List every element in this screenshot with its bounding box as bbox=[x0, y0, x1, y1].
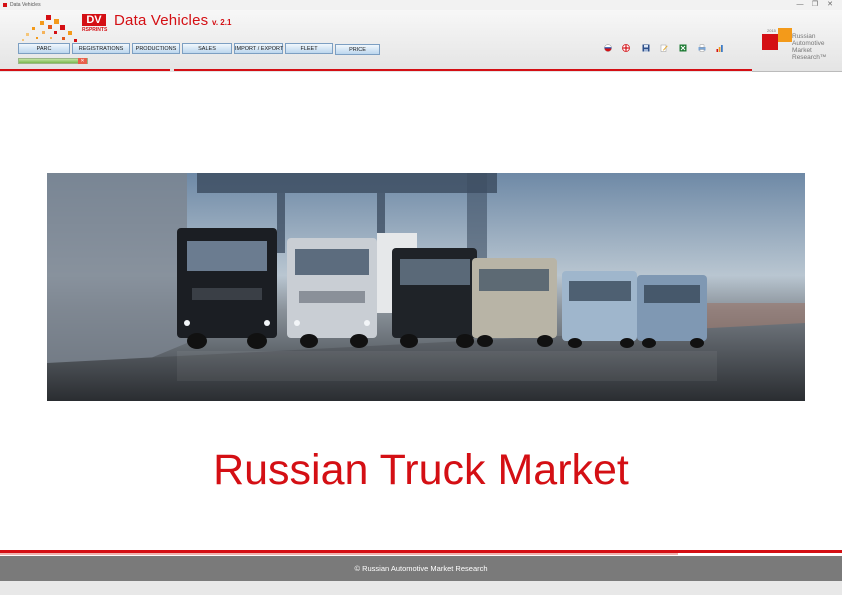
logo-text: Russian Automotive Market Research™ bbox=[792, 33, 826, 61]
app-name: Data Vehicles bbox=[114, 12, 209, 29]
header-divider bbox=[0, 69, 170, 71]
logo-line: Russian bbox=[792, 33, 816, 40]
progress-bar: ✕ bbox=[18, 58, 88, 64]
edit-icon[interactable] bbox=[660, 44, 668, 52]
save-icon[interactable] bbox=[642, 44, 650, 52]
footer-bottom-strip bbox=[0, 581, 842, 595]
tab-price[interactable]: PRICE bbox=[335, 44, 380, 55]
logo-line: Automotive bbox=[792, 40, 825, 47]
window-title: Data Vehicles bbox=[10, 2, 41, 8]
header-divider bbox=[752, 71, 842, 72]
excel-icon[interactable] bbox=[679, 44, 687, 52]
russian-flag-icon[interactable] bbox=[604, 44, 612, 52]
dv-badge-bottom: RSPRINTS bbox=[82, 27, 108, 33]
dv-badge-top: DV bbox=[82, 14, 106, 26]
logo-year: 2015 bbox=[767, 28, 776, 33]
app-icon bbox=[3, 3, 7, 7]
tab-import-export[interactable]: IMPORT / EXPORT bbox=[234, 43, 283, 54]
logo-orange-square bbox=[778, 28, 792, 42]
trucks-hero-image bbox=[47, 173, 805, 401]
close-icon[interactable]: ✕ bbox=[823, 0, 837, 9]
minimize-icon[interactable]: — bbox=[793, 0, 807, 9]
restore-icon[interactable]: ❐ bbox=[808, 0, 822, 9]
progress-close-icon[interactable]: ✕ bbox=[78, 58, 87, 64]
progress-fill bbox=[19, 59, 87, 63]
copyright-text: © Russian Automotive Market Research bbox=[354, 564, 488, 573]
footer-divider bbox=[0, 553, 678, 555]
english-flag-icon[interactable] bbox=[622, 44, 630, 52]
tab-productions[interactable]: PRODUCTIONS bbox=[132, 43, 180, 54]
dv-badge: DV RSPRINTS bbox=[82, 14, 108, 38]
tab-parc[interactable]: PARC bbox=[18, 43, 70, 54]
logo-line: Research™ bbox=[792, 54, 827, 61]
app-version: v. 2.1 bbox=[212, 18, 232, 27]
page-title: Russian Truck Market bbox=[213, 446, 629, 494]
footer-bar: © Russian Automotive Market Research bbox=[0, 556, 842, 581]
header-divider bbox=[174, 69, 752, 71]
logo-red-square bbox=[762, 34, 778, 50]
tab-sales[interactable]: SALES bbox=[182, 43, 232, 54]
ramr-logo: 2015 Russian Automotive Market Research™ bbox=[762, 26, 842, 70]
logo-line: Market bbox=[792, 47, 812, 54]
tab-fleet[interactable]: FLEET bbox=[285, 43, 333, 54]
tab-registrations[interactable]: REGISTRATIONS bbox=[72, 43, 130, 54]
print-icon[interactable] bbox=[698, 44, 706, 52]
trucks-illustration bbox=[47, 173, 805, 401]
app-header: DV RSPRINTS Data Vehicles v. 2.1 PARC RE… bbox=[0, 10, 842, 72]
dv-pixel-logo bbox=[22, 15, 77, 42]
chart-icon[interactable] bbox=[716, 44, 724, 52]
